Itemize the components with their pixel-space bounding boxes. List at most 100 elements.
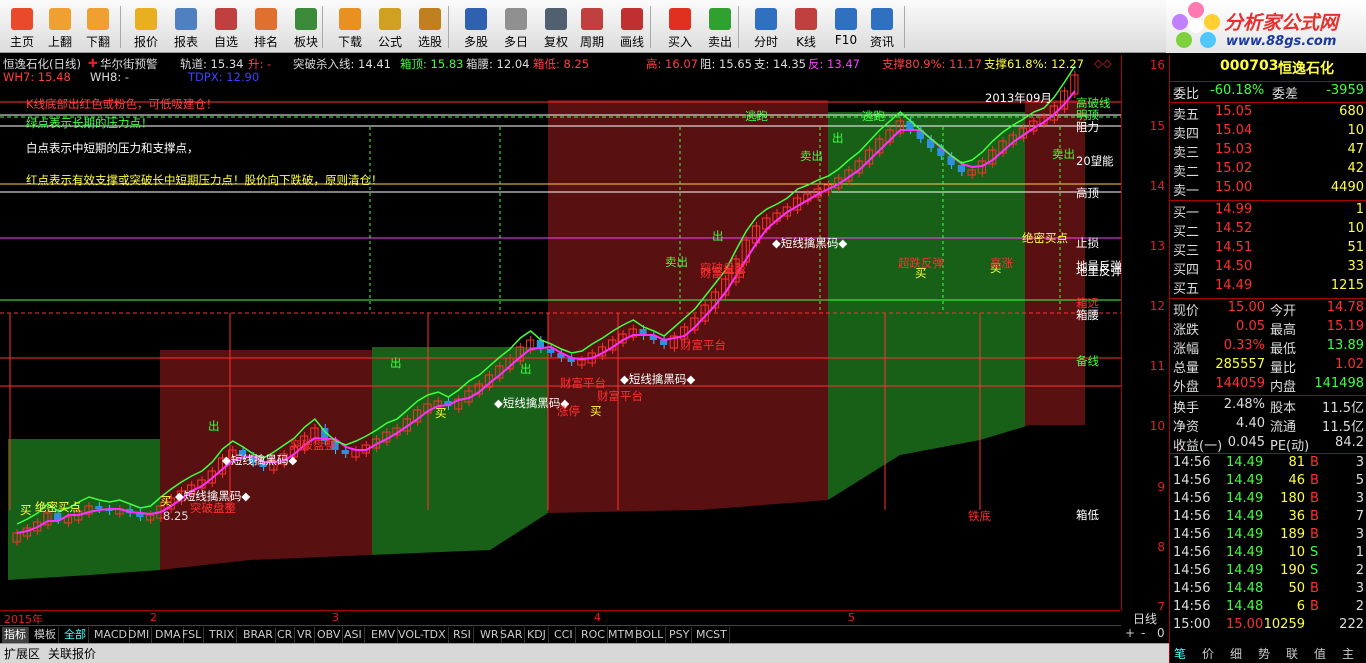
tick-side: B: [1310, 527, 1319, 542]
signal-label: 逃跑: [862, 109, 885, 123]
indicator-tab-brar[interactable]: BRAR: [241, 627, 276, 643]
rebound-value: 反: 13.47: [808, 57, 860, 71]
logo-name: 分析家公式网: [1224, 12, 1339, 34]
toolbar-button-11[interactable]: 选股: [410, 4, 450, 52]
indicator-tab-roc[interactable]: ROC: [579, 627, 608, 643]
ask-label: 卖四: [1173, 127, 1200, 142]
quote-row: 买五 14.49 1215: [1170, 278, 1366, 297]
adjust-icon: [545, 8, 567, 30]
ask-price: 15.02: [1215, 161, 1253, 176]
indicator-tab-macd[interactable]: MACD: [92, 627, 130, 643]
toolbar-button-7[interactable]: 排名: [246, 4, 286, 52]
signal-label: 高涨: [990, 256, 1013, 270]
toolbar-button-label: 复权: [543, 35, 568, 49]
indicator-tab-mcst[interactable]: MCST: [694, 627, 730, 643]
report-icon: [175, 8, 197, 30]
ask-volume: 680: [1339, 104, 1364, 119]
draw-icon: [621, 8, 643, 30]
extension-tab[interactable]: 扩展区: [4, 645, 40, 662]
ranking-icon: [255, 8, 277, 30]
tick-price: 14.49: [1226, 509, 1264, 524]
toolbar-button-5[interactable]: 报表: [166, 4, 206, 52]
indicator-tab-asi[interactable]: ASI: [342, 627, 365, 643]
zoom-in-button[interactable]: +: [1125, 626, 1135, 640]
quote-row: 涨跌 0.05 最高 15.19: [1170, 319, 1366, 338]
kline-canvas[interactable]: [0, 55, 1121, 610]
toolbar-button-20[interactable]: K线: [786, 4, 826, 52]
signal-label: 出: [712, 229, 724, 243]
zoom-out-button[interactable]: -: [1141, 626, 1145, 640]
toolbar-button-17[interactable]: 买入: [660, 4, 700, 52]
tick-price: 14.49: [1226, 527, 1264, 542]
toolbar-button-12[interactable]: 多股: [456, 4, 496, 52]
toolbar-button-4[interactable]: 报价: [126, 4, 166, 52]
f8-icon: [581, 8, 603, 30]
toolbar-button-9[interactable]: 下载: [330, 4, 370, 52]
indicator-tab-cr[interactable]: CR: [275, 627, 296, 643]
panel-tab[interactable]: 细: [1230, 645, 1242, 662]
toolbar-button-21[interactable]: F10: [826, 4, 866, 52]
high-value: 高: 16.07: [646, 57, 698, 71]
panel-tab[interactable]: 价: [1202, 645, 1214, 662]
panel-tab[interactable]: 势: [1258, 645, 1270, 662]
panel-tab[interactable]: 主: [1342, 645, 1354, 662]
panel-tab[interactable]: 联: [1286, 645, 1298, 662]
toolbar-button-2[interactable]: 上翻: [40, 4, 80, 52]
toolbar-button-16[interactable]: 画线: [612, 4, 652, 52]
toolbar-button-13[interactable]: 多日: [496, 4, 536, 52]
toolbar-button-label: 公式: [377, 35, 402, 49]
indicator-tab-sar[interactable]: SAR: [498, 627, 526, 643]
toolbar-button-3[interactable]: 下翻: [78, 4, 118, 52]
panel-tab[interactable]: 笔: [1174, 645, 1186, 662]
stat-label: 最高: [1270, 323, 1297, 338]
f10-icon: [835, 8, 857, 30]
toolbar-button-22[interactable]: 资讯: [862, 4, 902, 52]
indicator-tab-cci[interactable]: CCI: [552, 627, 576, 643]
period-label[interactable]: 日线: [1121, 610, 1169, 626]
indicator-tab-trix[interactable]: TRIX: [207, 627, 238, 643]
tick-count: 7: [1355, 509, 1364, 524]
bid-price: 14.50: [1215, 259, 1253, 274]
candle-body: [95, 506, 103, 509]
kline-chart[interactable]: 出出出出出买买买买买买卖出 卖出 卖出 ◆短线擒黑码◆ ◆短线擒黑码◆ ◆短线擒黑码◆ ◆短…: [0, 55, 1122, 610]
indicator-tab-rsi[interactable]: RSI: [451, 627, 474, 643]
indicator-tab-emv[interactable]: EMV: [369, 627, 398, 643]
indicator-tab-obv[interactable]: OBV: [315, 627, 344, 643]
wb-value: -60.18%: [1210, 83, 1265, 98]
quote-panel: 000703 恒逸石化 委比 -60.18% 委差 -3959 卖五 15.05 6…: [1169, 55, 1366, 663]
toolbar-button-15[interactable]: 周期: [572, 4, 612, 52]
tick-side: B: [1310, 455, 1319, 470]
tick-time: 14:56: [1173, 491, 1211, 506]
toolbar-button-1[interactable]: 主页: [2, 4, 42, 52]
toolbar-button-8[interactable]: 板块: [286, 4, 326, 52]
tick-side: B: [1310, 509, 1319, 524]
indicator-tab-psy[interactable]: PSY: [667, 627, 693, 643]
toolbar-button-18[interactable]: 卖出: [700, 4, 740, 52]
tick-price: 14.48: [1226, 581, 1264, 596]
date-axis: 2015年 2 3 4 5: [0, 610, 1121, 626]
indicator-tab-kdj[interactable]: KDJ: [525, 627, 549, 643]
indicator-tab-dmi[interactable]: DMI: [126, 627, 153, 643]
indicator-tab-vol-tdx[interactable]: VOL-TDX: [396, 627, 449, 643]
related-quote-tab[interactable]: 关联报价: [48, 645, 96, 662]
toolbar-button-14[interactable]: 复权: [536, 4, 576, 52]
zoom-reset-button[interactable]: 0: [1157, 626, 1165, 640]
tick-count: 3: [1355, 581, 1364, 596]
indicator-tab-指标[interactable]: 指标: [2, 627, 29, 643]
indicator-tab-模板[interactable]: 模板: [32, 627, 59, 643]
indicator-tab-全部[interactable]: 全部: [62, 627, 89, 643]
arrow-down-icon: [87, 8, 109, 30]
indicator-tab-fsl[interactable]: FSL: [180, 627, 205, 643]
indicator-tab-dma[interactable]: DMA: [153, 627, 184, 643]
info-bar: 恒逸石化(日线) ✚ 华尔街预警 轨道: 15.34 升: - 突破杀入线: 1…: [0, 55, 1121, 85]
toolbar-button-10[interactable]: 公式: [370, 4, 410, 52]
indicator-tab-vr[interactable]: VR: [295, 627, 316, 643]
toolbar-button-19[interactable]: 分时: [746, 4, 786, 52]
alert-icon: ✚: [88, 56, 98, 70]
toolbar-button-6[interactable]: 自选: [206, 4, 246, 52]
quote-row: 14:56 14.49 36 B 7: [1170, 509, 1366, 528]
stat-label: 股本: [1270, 401, 1297, 416]
panel-tab[interactable]: 值: [1314, 645, 1326, 662]
signal-label: 逃跑: [745, 109, 768, 123]
indicator-tab-boll[interactable]: BOLL: [633, 627, 667, 643]
